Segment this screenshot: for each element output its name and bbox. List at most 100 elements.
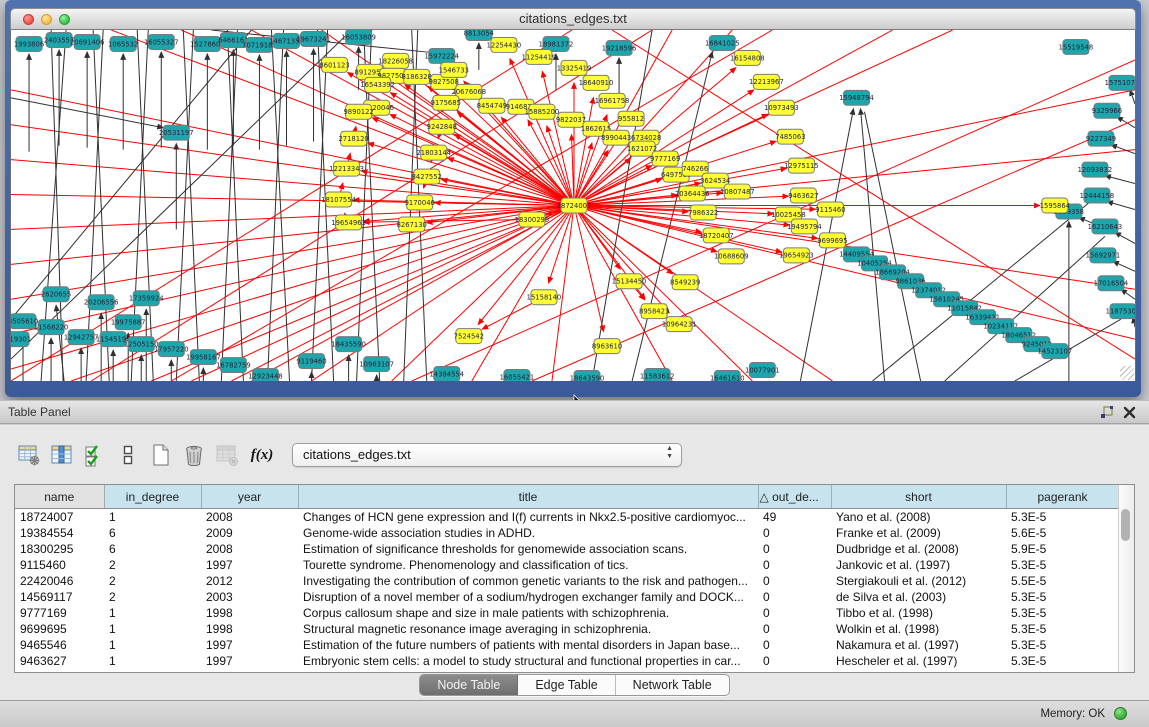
graph-node-label: 11583612: [640, 372, 675, 380]
table-cell: Investigating the contribution of common…: [298, 573, 758, 589]
graph-node-label: 19975887: [111, 319, 146, 327]
graph-node-label: 10964231: [662, 321, 697, 329]
column-header-title[interactable]: title: [298, 485, 758, 509]
table-cell: 5.9E-5: [1006, 541, 1119, 557]
new-table-icon[interactable]: [148, 442, 174, 468]
tab-node-table[interactable]: Node Table: [420, 675, 518, 695]
zoom-button[interactable]: [59, 14, 70, 25]
tab-edge-table[interactable]: Edge Table: [518, 675, 615, 695]
node-table-grid: namein_degreeyeartitle△ out_de...shortpa…: [15, 485, 1120, 669]
network-canvas[interactable]: 1993806240355720691406106553216055327152…: [10, 30, 1136, 381]
table-cell: 2: [104, 589, 201, 605]
column-header-in_degree[interactable]: in_degree: [104, 485, 201, 509]
graph-node-label: 12254430: [487, 41, 522, 49]
table-cell: 2003: [201, 589, 298, 605]
minimize-button[interactable]: [41, 14, 52, 25]
table-cell: 0: [758, 621, 831, 637]
graph-node-label: 10025458: [771, 211, 806, 219]
graph-node-label: 9329966: [1092, 107, 1122, 115]
scrollbar-thumb[interactable]: [1121, 509, 1130, 541]
graph-node-label: 955812: [618, 115, 644, 123]
table-row[interactable]: 977716911998Corpus callosum shape and si…: [15, 605, 1119, 621]
table-cell: 5.3E-5: [1006, 653, 1119, 669]
graph-node-label: 8963610: [592, 343, 622, 351]
graph-node-label: 15692971: [1086, 252, 1121, 260]
table-cell: 0: [758, 557, 831, 573]
table-cell: Nakamura et al. (1997): [831, 637, 1006, 653]
table-panel-bar: Table Panel: [0, 400, 1149, 424]
graph-node-label: 11568220: [34, 324, 69, 332]
graph-node-label: 12975115: [784, 162, 819, 170]
table-vertical-scrollbar[interactable]: [1118, 485, 1134, 672]
graph-node-label: 8427552: [412, 173, 442, 181]
column-header-name[interactable]: name: [15, 485, 104, 509]
table-cell: 18724007: [15, 509, 104, 526]
row-height-icon[interactable]: [115, 442, 141, 468]
table-row[interactable]: 969969511998Structural magnetic resonanc…: [15, 621, 1119, 637]
graph-node-label: 8813054: [464, 30, 494, 37]
delete-rows-icon[interactable]: [181, 442, 207, 468]
graph-node-label: 9115460: [815, 206, 845, 214]
network-table-selector[interactable]: citations_edges.txt ▲▼: [292, 443, 682, 467]
column-header-short[interactable]: short: [831, 485, 1006, 509]
show-column-icon[interactable]: [49, 442, 75, 468]
application-window: citations_edges.txt 19938062403557206914…: [0, 0, 1149, 727]
column-header-out_de[interactable]: △ out_de...: [758, 485, 831, 509]
column-header-year[interactable]: year: [201, 485, 298, 509]
table-cell: 9115460: [15, 557, 104, 573]
close-panel-icon[interactable]: [1122, 405, 1137, 420]
table-row[interactable]: 911546021997Tourette syndrome. Phenomeno…: [15, 557, 1119, 573]
table-cell: Changes of HCN gene expression and I(f) …: [298, 509, 758, 526]
graph-node-label: 16543392: [360, 81, 395, 89]
table-cell: 0: [758, 525, 831, 541]
combo-spinner-icon: ▲▼: [666, 445, 673, 461]
graph-node-label: 16055327: [144, 38, 179, 46]
graph-node-label: 9170046: [405, 199, 435, 207]
table-row[interactable]: 2242004622012Investigating the contribut…: [15, 573, 1119, 589]
memory-status-label: Memory: OK: [1040, 701, 1105, 727]
node-table: namein_degreeyeartitle△ out_de...shortpa…: [14, 484, 1135, 673]
table-cell: 22420046: [15, 573, 104, 589]
table-cell: Structural magnetic resonance image aver…: [298, 621, 758, 637]
table-row[interactable]: 946554611997Estimation of the future num…: [15, 637, 1119, 653]
table-cell: 0: [758, 589, 831, 605]
network-window-titlebar[interactable]: citations_edges.txt: [10, 8, 1136, 30]
table-cell: 0: [758, 637, 831, 653]
resize-grip[interactable]: [1120, 366, 1134, 380]
graph-node-label: 17359924: [129, 295, 164, 303]
graph-node-label: 19958167: [186, 353, 221, 361]
table-cell: 1: [104, 637, 201, 653]
table-settings-icon[interactable]: [16, 442, 42, 468]
table-row[interactable]: 1872400712008Changes of HCN gene express…: [15, 509, 1119, 526]
table-row[interactable]: 1456911722003Disruption of a novel membe…: [15, 589, 1119, 605]
memory-status-indicator-icon[interactable]: [1114, 707, 1127, 720]
table-cell: 19384554: [15, 525, 104, 541]
table-cell: 2008: [201, 541, 298, 557]
graph-node-label: 9827508: [429, 78, 459, 86]
table-cell: Jankovic et al. (1997): [831, 557, 1006, 573]
tab-network-table[interactable]: Network Table: [616, 675, 729, 695]
citation-network-graph[interactable]: 1993806240355720691406106553216055327152…: [11, 30, 1135, 381]
graph-node-label: 16053809: [341, 33, 376, 41]
table-row[interactable]: 1938455462009Genome-wide association stu…: [15, 525, 1119, 541]
graph-node-label: 20691406: [70, 38, 105, 46]
select-rows-icon[interactable]: [82, 442, 108, 468]
graph-node-label: 7986322: [688, 209, 718, 217]
table-panel-title: Table Panel: [8, 401, 71, 423]
close-button[interactable]: [23, 14, 34, 25]
table-row[interactable]: 1830029562008Estimation of significance …: [15, 541, 1119, 557]
graph-node-label: 8267130: [397, 221, 427, 229]
graph-node-label: 15519548: [1059, 43, 1094, 51]
table-cell: 1998: [201, 605, 298, 621]
graph-node-label: 9242848: [427, 123, 457, 131]
table-cell: 9699695: [15, 621, 104, 637]
graph-node-label: 18435590: [331, 341, 366, 349]
table-row[interactable]: 946362711997Embryonic stem cells: a mode…: [15, 653, 1119, 669]
table-cell: 5.3E-5: [1006, 509, 1119, 526]
function-builder-icon[interactable]: f(x): [247, 447, 277, 464]
table-cell: Estimation of the future numbers of pati…: [298, 637, 758, 653]
graph-node-label: 15134450: [612, 278, 647, 286]
table-cell: 14569117: [15, 589, 104, 605]
float-window-icon[interactable]: [1100, 405, 1115, 420]
column-header-pagerank[interactable]: pagerank: [1006, 485, 1119, 509]
